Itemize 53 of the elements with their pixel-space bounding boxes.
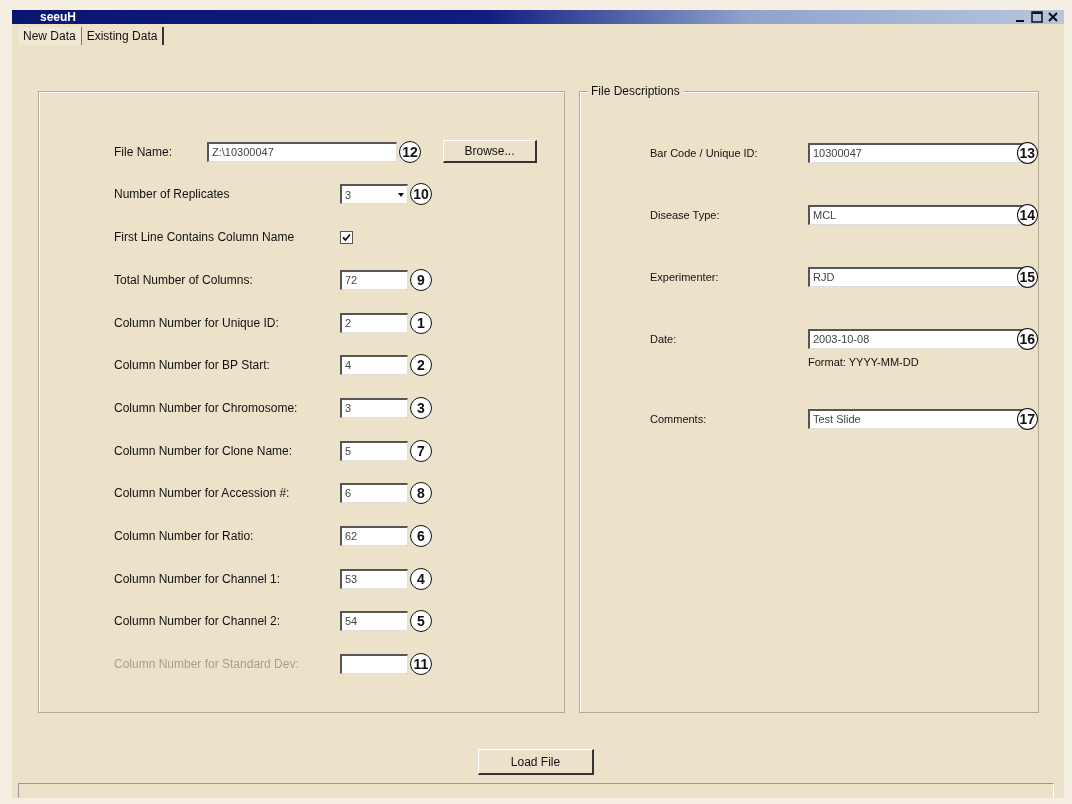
field-label: Column Number for Standard Dev: (114, 657, 300, 672)
field-label: Total Number of Columns: (114, 272, 254, 287)
field-label: Column Number for Chromosome: (114, 400, 299, 415)
field-label: Comments: (650, 413, 708, 425)
input-field[interactable]: 62 (340, 526, 408, 547)
input-field[interactable]: 54 (340, 611, 408, 632)
callout-number: 8 (410, 482, 432, 505)
callout-number: 10 (410, 183, 432, 206)
input-field[interactable]: 72 (340, 269, 408, 290)
field-label: Column Number for Unique ID: (114, 315, 280, 330)
field-label: Disease Type: (650, 209, 721, 221)
input-field[interactable]: 5 (340, 440, 408, 461)
dropdown-value: 3 (345, 188, 352, 201)
callout-number: 9 (410, 268, 432, 291)
callout-number: 4 (410, 567, 432, 590)
field-label: Number of Replicates (114, 187, 231, 202)
input-field[interactable]: 3 (340, 397, 408, 418)
format-hint: Format: YYYY-MM-DD (808, 356, 920, 368)
tab[interactable]: Existing Data (81, 27, 165, 45)
input-field[interactable]: Z:\10300047 (207, 141, 397, 162)
callout-number: 12 (399, 140, 421, 163)
maximize-icon[interactable] (1030, 10, 1044, 24)
browse-button[interactable]: Browse... (443, 140, 537, 164)
load-file-button[interactable]: Load File (478, 749, 594, 775)
window-title: seeuH (40, 10, 77, 24)
dropdown-field[interactable]: 3 (340, 184, 408, 205)
field-label: Column Number for Clone Name: (114, 443, 294, 458)
callout-number: 2 (410, 354, 432, 377)
callout-number: 11 (410, 653, 432, 676)
field-label: Column Number for BP Start: (114, 358, 271, 373)
field-label: Column Number for Channel 1: (114, 571, 282, 586)
input-field[interactable]: 2 (340, 312, 408, 333)
input-field[interactable] (340, 654, 408, 675)
checkbox[interactable] (340, 230, 353, 244)
field-label: Date: (650, 333, 678, 345)
field-label: Experimenter: (650, 271, 720, 283)
close-icon[interactable] (1046, 10, 1060, 24)
field-label: First Line Contains Column Name (114, 230, 296, 245)
tab[interactable]: New Data (18, 27, 82, 45)
callout-number: 6 (410, 525, 432, 548)
field-label: Column Number for Channel 2: (114, 614, 282, 629)
field-label: Bar Code / Unique ID: (650, 147, 759, 159)
callout-number: 3 (410, 396, 432, 419)
callout-number: 1 (410, 311, 432, 334)
callout-number: 5 (410, 610, 432, 633)
field-label: File Name: (114, 144, 173, 159)
callout-number: 7 (410, 439, 432, 462)
group-legend: File Descriptions (588, 84, 683, 98)
input-field[interactable]: 53 (340, 568, 408, 589)
field-label: Column Number for Accession #: (114, 486, 291, 501)
input-field[interactable]: 6 (340, 483, 408, 504)
field-label: Column Number for Ratio: (114, 529, 255, 544)
input-field[interactable]: 4 (340, 355, 408, 376)
